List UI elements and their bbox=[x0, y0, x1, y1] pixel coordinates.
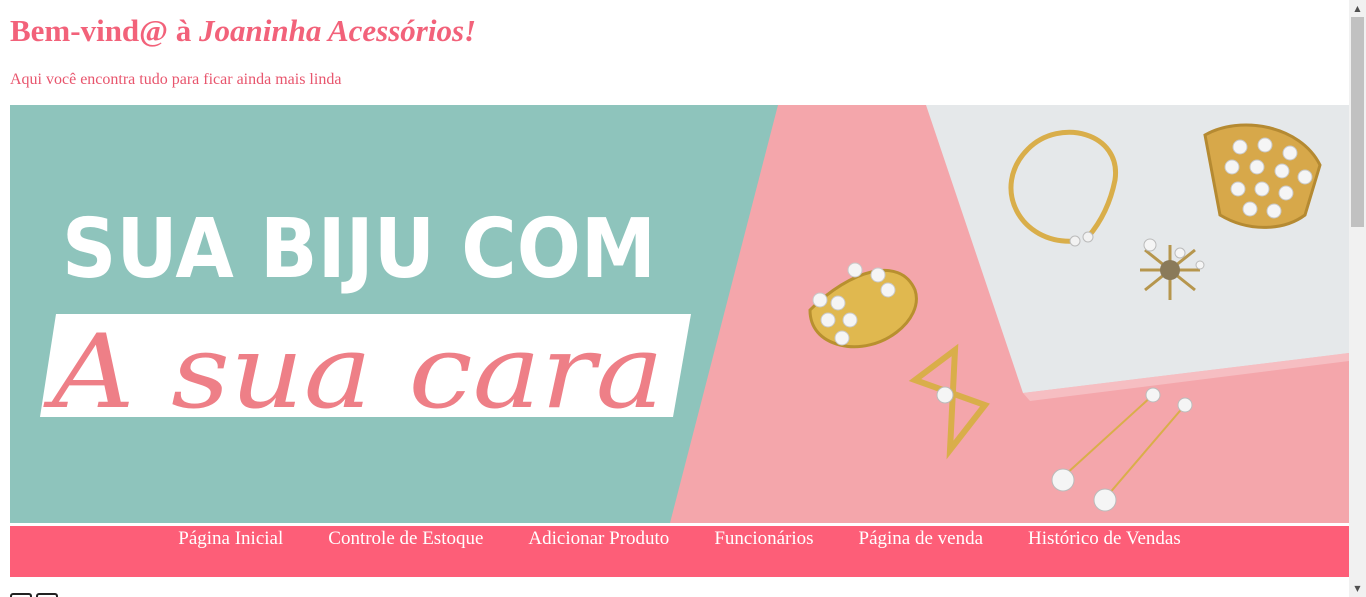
scroll-down-arrow-icon[interactable]: ▼ bbox=[1349, 580, 1366, 597]
banner-script-text: A sua cara bbox=[43, 313, 664, 432]
page-title: Bem-vind@ à Joaninha Acessórios! bbox=[10, 13, 476, 49]
nav-link-pagina-inicial[interactable]: Página Inicial bbox=[178, 528, 283, 549]
banner-image: SUA BIJU COM A sua cara bbox=[10, 105, 1349, 523]
partial-icon bbox=[10, 593, 32, 597]
page-subtitle: Aqui você encontra tudo para ficar ainda… bbox=[10, 71, 342, 88]
banner-headline: SUA BIJU COM bbox=[62, 202, 656, 297]
below-fold-icons bbox=[10, 593, 58, 597]
hero-banner: SUA BIJU COM A sua cara bbox=[10, 105, 1349, 523]
title-prefix: Bem-vind@ à bbox=[10, 13, 200, 48]
nav-link-funcionarios[interactable]: Funcionários bbox=[714, 528, 813, 549]
nav-item-controle-estoque: Controle de Estoque bbox=[328, 528, 483, 550]
nav-link-adicionar-produto[interactable]: Adicionar Produto bbox=[528, 528, 669, 549]
partial-icon bbox=[36, 593, 58, 597]
nav-list: Página Inicial Controle de Estoque Adici… bbox=[10, 528, 1349, 550]
nav-link-controle-estoque[interactable]: Controle de Estoque bbox=[328, 528, 483, 549]
vertical-scrollbar[interactable]: ▲ ▼ bbox=[1349, 0, 1366, 597]
scrollbar-thumb[interactable] bbox=[1351, 17, 1364, 227]
nav-item-pagina-inicial: Página Inicial bbox=[178, 528, 283, 550]
nav-item-adicionar-produto: Adicionar Produto bbox=[528, 528, 669, 550]
page: Bem-vind@ à Joaninha Acessórios! Aqui vo… bbox=[0, 0, 1366, 597]
nav-item-historico-vendas: Histórico de Vendas bbox=[1028, 528, 1181, 550]
title-brand: Joaninha Acessórios! bbox=[199, 13, 477, 48]
scroll-up-arrow-icon[interactable]: ▲ bbox=[1349, 0, 1366, 17]
nav-link-pagina-venda[interactable]: Página de venda bbox=[859, 528, 984, 549]
nav-item-funcionarios: Funcionários bbox=[714, 528, 813, 550]
main-nav: Página Inicial Controle de Estoque Adici… bbox=[10, 526, 1349, 577]
nav-item-pagina-venda: Página de venda bbox=[859, 528, 984, 550]
nav-link-historico-vendas[interactable]: Histórico de Vendas bbox=[1028, 528, 1181, 549]
